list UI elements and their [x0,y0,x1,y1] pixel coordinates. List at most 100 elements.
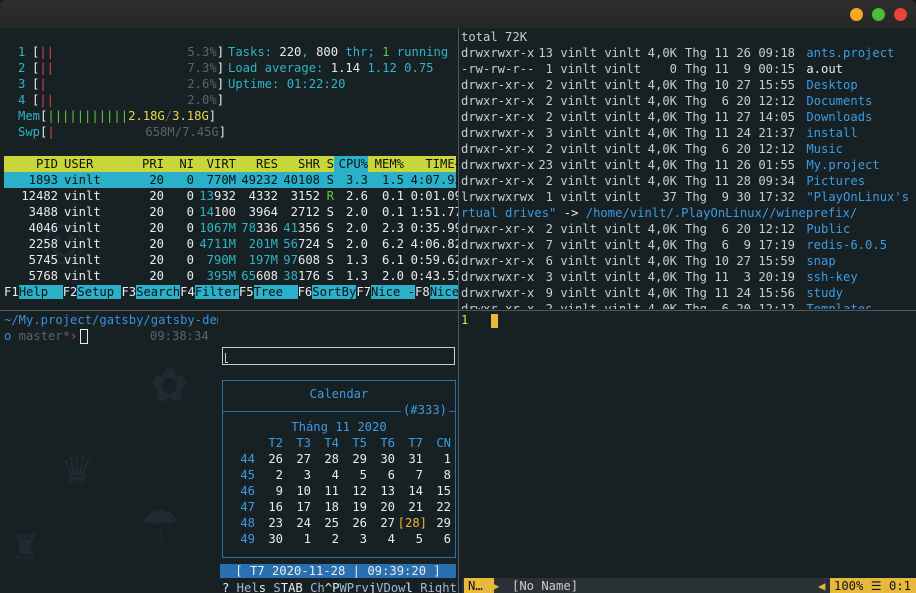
calendar-day[interactable]: 20 [373,499,395,515]
calendar-day[interactable]: 17 [289,499,311,515]
fkey-f5[interactable]: F5 [239,285,254,299]
file-name[interactable]: Music [795,142,843,156]
column-header-pid[interactable]: PID [4,156,58,172]
calendar-day[interactable]: 30 [373,451,395,467]
calendar-day[interactable]: 4 [373,531,395,547]
file-name[interactable]: a.out [795,62,843,76]
file-name[interactable]: snap [795,254,835,268]
calendar-today[interactable]: [28] [397,515,427,531]
column-header-s[interactable]: S [320,156,334,172]
process-row[interactable]: 2258 vinlt 20 0 4711M 201M 56724 S 2.0 6.2 4:06.82 [4,236,458,252]
calendar-day[interactable]: 7 [401,467,423,483]
fkey-f2[interactable]: F2 [63,285,78,299]
file-name[interactable]: study [795,286,843,300]
file-name[interactable]: Desktop [795,78,857,92]
vim-cursor[interactable] [491,313,498,328]
fkey-label-f3[interactable]: Search [136,285,181,299]
file-name[interactable]: Documents [795,94,872,108]
calendar-day[interactable]: 6 [373,467,395,483]
link-target[interactable]: /home/vinlt/.PlayOnLinux//wineprefix/ [586,206,858,220]
calendar-day[interactable]: 23 [261,515,283,531]
calendar-day[interactable]: 8 [429,467,451,483]
help-key[interactable]: TAB [281,581,303,593]
calendar-day[interactable]: 10 [289,483,311,499]
minimize-button[interactable] [850,8,863,21]
calendar-day[interactable]: 13 [373,483,395,499]
fkey-f3[interactable]: F3 [121,285,136,299]
file-name[interactable]: Pictures [795,174,865,188]
fkey-f6[interactable]: F6 [298,285,313,299]
fkey-label-f4[interactable]: Filter [194,285,239,299]
calendar-day[interactable]: 15 [429,483,451,499]
calendar-day[interactable]: 12 [345,483,367,499]
fkey-f8[interactable]: F8 [415,285,430,299]
calendar-day[interactable]: 3 [289,467,311,483]
process-row[interactable]: 1893 vinlt 20 0 770M 49232 40108 S 3.3 1.5 4:07.93 [4,172,458,188]
process-row[interactable]: 5745 vinlt 20 0 790M 197M 97608 S 1.3 6.1 0:59.62 [4,252,458,268]
shell-pane[interactable]: ~/My.project/gatsby/gatsby-dem o master*… [0,311,218,593]
calendar-day[interactable]: 2 [317,531,339,547]
htop-pane[interactable]: 1 [|| 5.3%] 2 [|| 7.3%] 3 [| 2.6%] 4 [|| 2.0%] Mem[|… [0,28,458,309]
fkey-label-f5[interactable]: Tree [253,285,298,299]
calendar-day[interactable]: 28 [317,451,339,467]
file-name[interactable]: ssh-key [795,270,857,284]
column-header-time[interactable]: TIME+ [404,156,458,172]
fkey-f7[interactable]: F7 [356,285,371,299]
shell-cursor[interactable] [80,329,89,344]
fkey-label-f8[interactable]: Nice + [429,285,458,299]
fkey-f4[interactable]: F4 [180,285,195,299]
calendar-day[interactable]: 26 [345,515,367,531]
help-key[interactable]: s [259,581,266,593]
file-name[interactable]: "PlayOnLinux's vi [795,190,916,204]
calendar-day[interactable]: 2 [261,467,283,483]
calendar-day[interactable]: 22 [429,499,451,515]
file-name[interactable]: ants.project [795,46,894,60]
calendar-day[interactable]: 21 [401,499,423,515]
column-header-res[interactable]: RES [236,156,278,172]
calendar-day[interactable]: 26 [261,451,283,467]
calendar-day[interactable]: 5 [345,467,367,483]
calendar-day[interactable]: 14 [401,483,423,499]
process-row[interactable]: 5768 vinlt 20 0 395M 65608 38176 S 1.3 2.0 0:43.57 [4,268,458,284]
calendar-day[interactable]: 1 [429,451,451,467]
calendar-day[interactable]: 30 [261,531,283,547]
column-header-shr[interactable]: SHR [278,156,320,172]
calendar-input-field[interactable] [222,347,455,365]
process-row[interactable]: 3488 vinlt 20 0 14100 3964 2712 S 2.0 0.1 1:51.77 [4,204,458,220]
calendar-day[interactable]: 27 [289,451,311,467]
ls-pane[interactable]: total 72K drwxrwxr-x 13 vinlt vinlt 4,0K Thg 11… [460,28,916,309]
file-name[interactable]: Templates [795,302,872,309]
link-name[interactable]: rtual drives" [461,206,556,220]
help-key[interactable]: l [406,581,413,593]
calendar-day[interactable]: 27 [373,515,395,531]
fkey-label-f6[interactable]: SortBy [312,285,357,299]
calendar-day[interactable]: 16 [261,499,283,515]
fkey-label-f2[interactable]: Setup [77,285,122,299]
calendar-day[interactable]: 3 [345,531,367,547]
calendar-day[interactable]: 25 [317,515,339,531]
file-name[interactable]: Public [795,222,850,236]
maximize-button[interactable] [872,8,885,21]
calendar-day[interactable]: 29 [429,515,451,531]
column-header-mem[interactable]: MEM% [368,156,404,172]
file-name[interactable]: install [795,126,857,140]
close-button[interactable] [894,8,907,21]
file-name[interactable]: redis-6.0.5 [795,238,887,252]
calendar-day[interactable]: 6 [429,531,451,547]
calendar-day[interactable]: 29 [345,451,367,467]
column-header-pri[interactable]: PRI [134,156,164,172]
calendar-day[interactable]: 11 [317,483,339,499]
calendar-day[interactable]: 9 [261,483,283,499]
vim-pane[interactable]: 1 [460,311,916,577]
calendar-day[interactable]: 24 [289,515,311,531]
column-header-user[interactable]: USER [58,156,134,172]
process-row[interactable]: 12482 vinlt 20 0 13932 4332 3152 R 2.6 0.1 0:01.09 [4,188,458,204]
fkey-f1[interactable]: F1 [4,285,19,299]
column-header-cpu[interactable]: CPU% [334,156,368,172]
process-row[interactable]: 4046 vinlt 20 0 1067M 78336 41356 S 2.0 2.3 0:35.9… [4,220,458,236]
calendar-day[interactable]: 31 [401,451,423,467]
column-header-ni[interactable]: NI [164,156,194,172]
calendar-day[interactable]: 18 [317,499,339,515]
calendar-day[interactable]: 1 [289,531,311,547]
fkey-label-f1[interactable]: Help [18,285,63,299]
